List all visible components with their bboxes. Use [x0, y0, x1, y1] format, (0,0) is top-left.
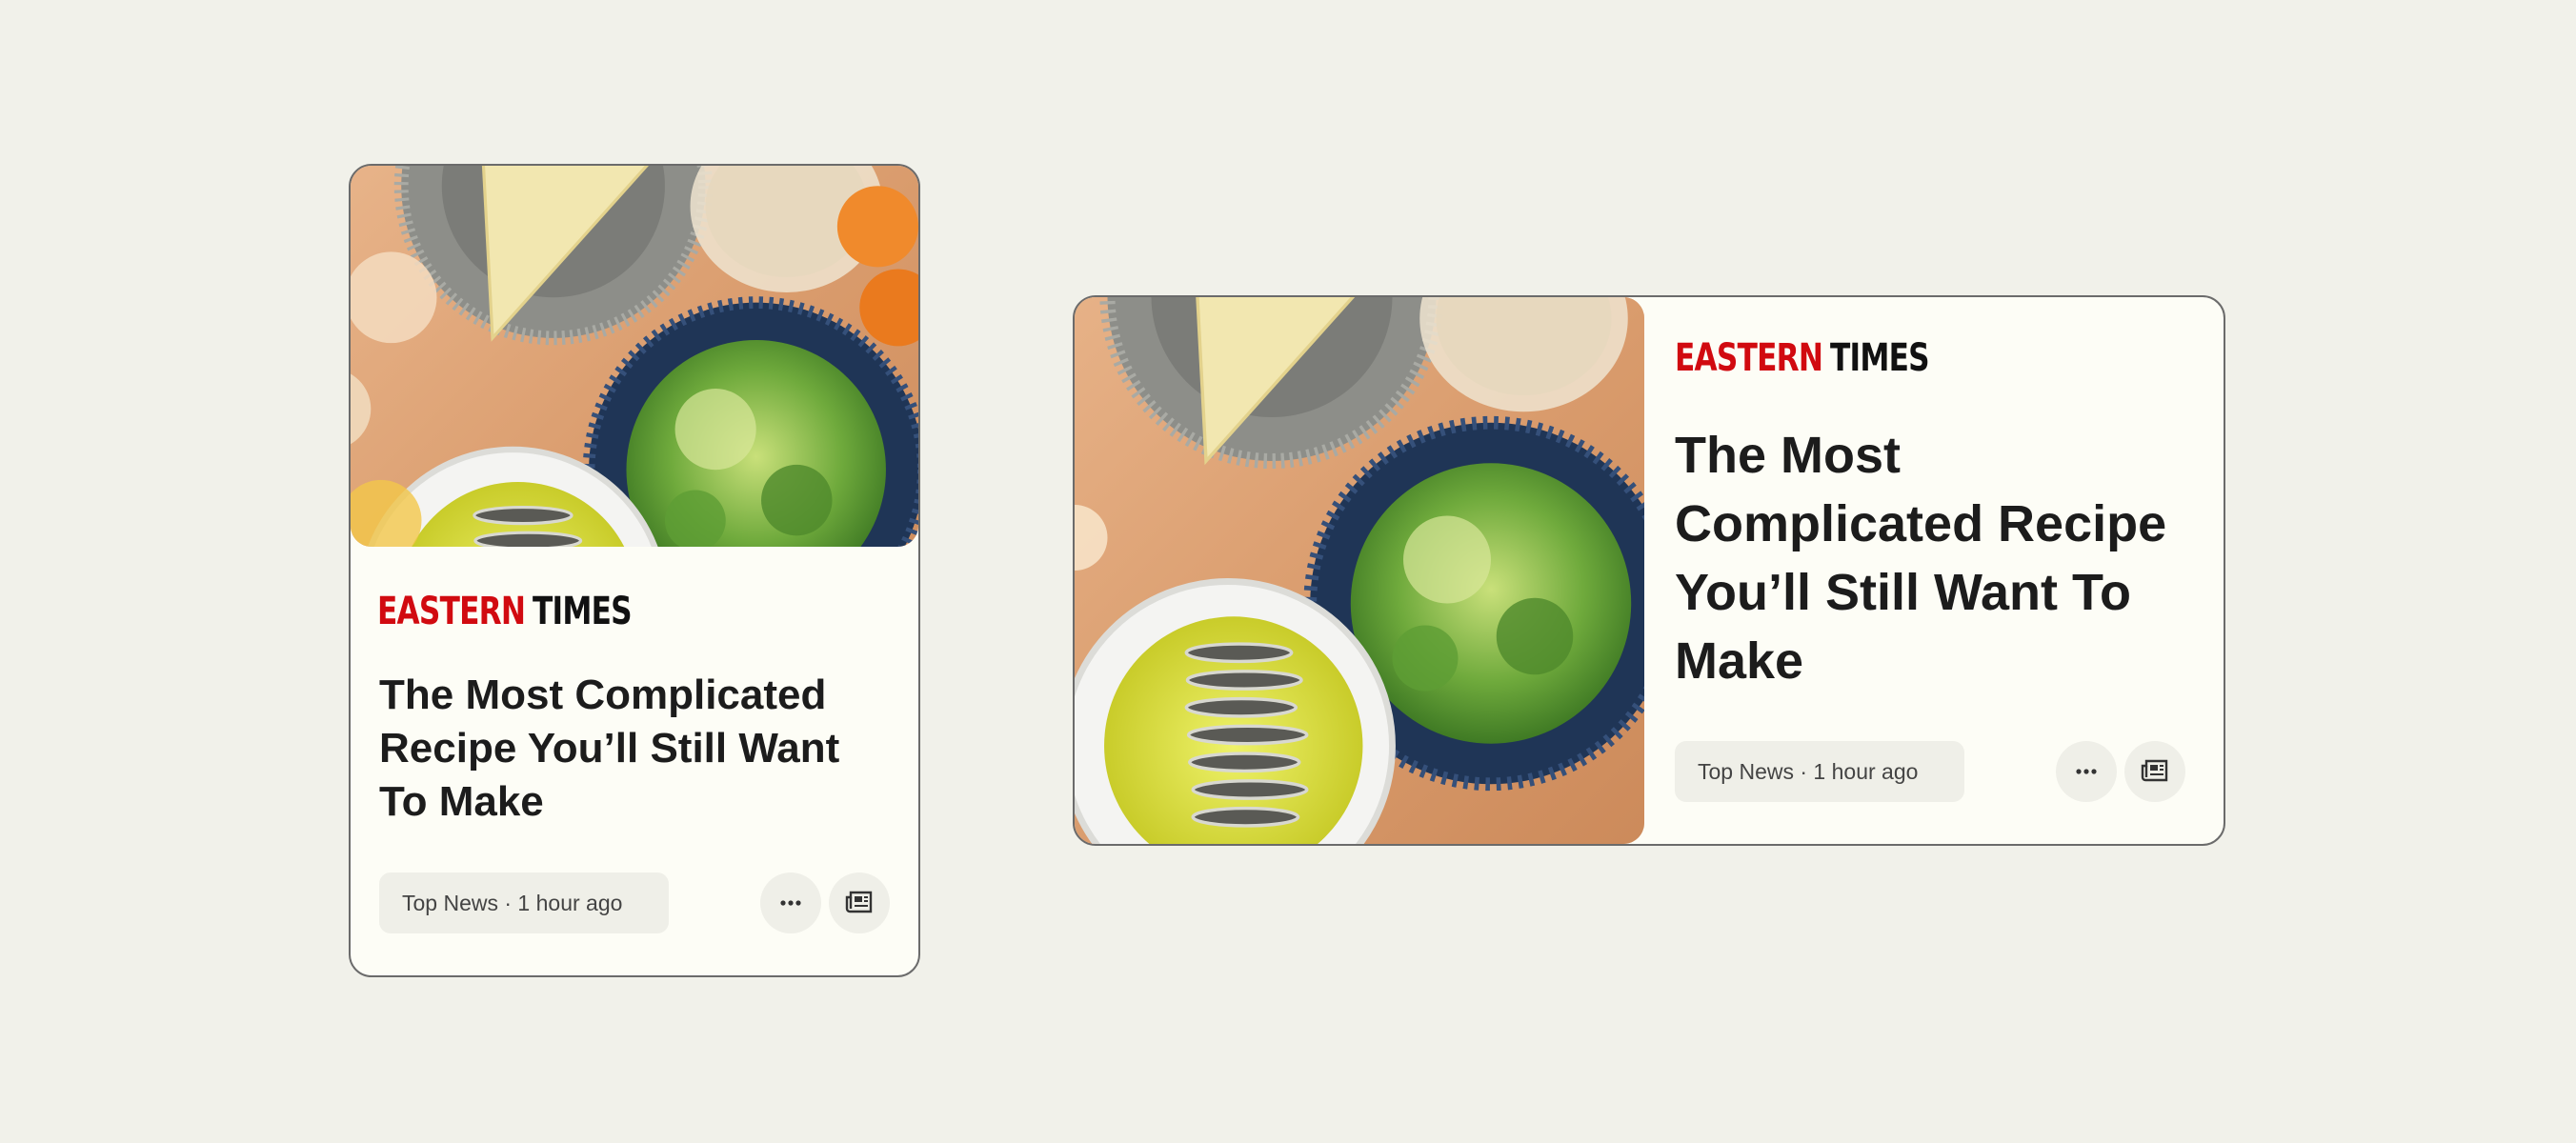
article-headline[interactable]: The Most Complicated Recipe You’ll Still… [379, 669, 894, 829]
article-image [351, 166, 918, 547]
news-card-vertical[interactable]: EASTERN TIMES The Most Complicated Recipe… [349, 164, 920, 977]
newspaper-icon [2141, 759, 2168, 782]
news-card-horizontal[interactable]: EASTERN TIMES The Most Complicated Recipe… [1073, 295, 2225, 846]
article-headline[interactable]: The Most Complicated Recipe You’ll Still… [1675, 421, 2208, 695]
newspaper-icon [845, 891, 873, 913]
publisher-logo: EASTERN TIMES [377, 590, 633, 633]
open-publication-button[interactable] [829, 872, 890, 933]
more-icon [780, 900, 801, 906]
article-image [1075, 297, 1644, 844]
more-icon [2076, 769, 2097, 774]
article-meta-chip: Top News · 1 hour ago [1675, 741, 1964, 802]
publisher-logo: EASTERN TIMES [1675, 336, 1930, 380]
more-options-button[interactable] [760, 872, 821, 933]
article-meta-chip: Top News · 1 hour ago [379, 872, 669, 933]
more-options-button[interactable] [2056, 741, 2117, 802]
open-publication-button[interactable] [2124, 741, 2185, 802]
